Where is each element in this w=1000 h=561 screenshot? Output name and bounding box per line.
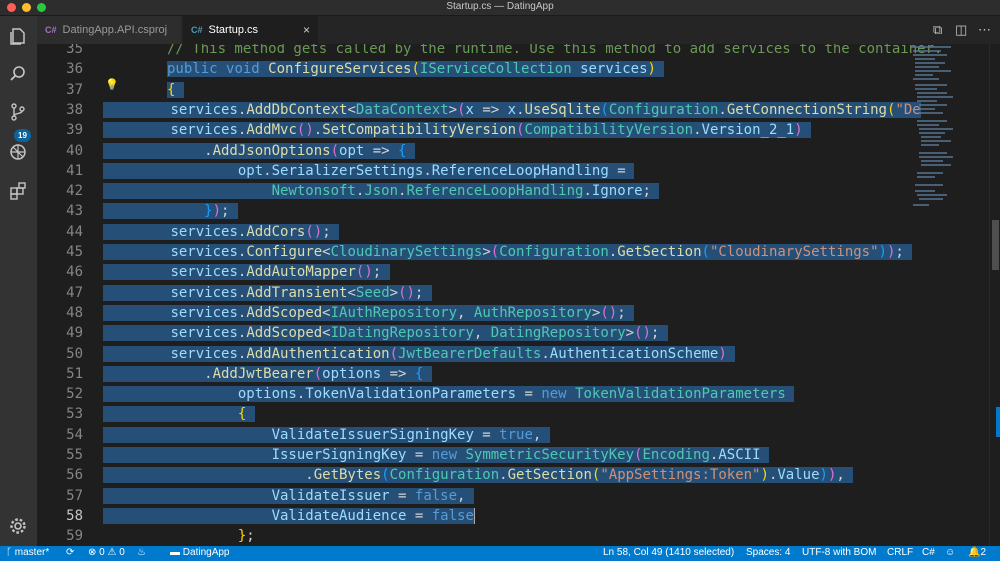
code-line: 46 services.AddAutoMapper(); [66, 264, 390, 281]
tab-label: DatingApp.API.csproj [62, 24, 168, 36]
code-line: 48 services.AddScoped<IAuthRepository, A… [66, 304, 635, 321]
close-tab-icon[interactable]: × [303, 23, 310, 37]
tab-bar: C# DatingApp.API.csproj C# Startup.cs × … [37, 16, 1000, 44]
code-line: 41 opt.SerializerSettings.ReferenceLoopH… [66, 162, 635, 179]
code-line: 56 .GetBytes(Configuration.GetSection("A… [66, 467, 854, 484]
lightbulb-icon[interactable]: 💡 [105, 78, 119, 91]
code-line: 50 services.AddAuthentication(JwtBearerD… [37, 344, 937, 364]
code-line: 35// This method gets called by the runt… [66, 44, 943, 57]
error-icon: ⊗ [88, 547, 97, 558]
tab-startup-cs[interactable]: C# Startup.cs × [183, 16, 318, 44]
open-changes-icon[interactable]: ⧉ [933, 22, 942, 38]
code-line: 45 services.Configure<CloudinarySettings… [66, 244, 913, 260]
tab-datingapp-api-csproj[interactable]: C# DatingApp.API.csproj [37, 16, 182, 44]
code-line: 43 }); [66, 203, 238, 220]
folder-icon: ▬ [170, 547, 180, 558]
settings-gear-icon[interactable] [6, 514, 30, 538]
eol-setting[interactable]: CRLF [887, 547, 913, 558]
code-line: 44 services.AddCors(); [66, 223, 340, 240]
branch-indicator[interactable]: ᚴ master* [6, 547, 49, 558]
code-line: 49 services.AddScoped<IDatingRepository,… [66, 325, 668, 342]
extensions-icon[interactable] [6, 179, 30, 203]
editor-actions: ⧉ ◫ ⋯ [925, 16, 1000, 44]
csharp-file-icon: C# [191, 25, 203, 35]
code-line: 53 { [37, 404, 937, 424]
scrollbar-selection-marker [996, 407, 1000, 437]
encoding-setting[interactable]: UTF-8 with BOM [802, 547, 876, 558]
warning-icon: ⚠ [107, 547, 117, 558]
code-line: 59 }; [66, 528, 255, 545]
minimap[interactable] [909, 44, 989, 546]
code-line: 57 ValidateIssuer = false, [66, 487, 474, 504]
code-line: 37{ [37, 80, 937, 100]
sync-icon[interactable]: ⟳ [66, 547, 74, 558]
language-mode[interactable]: C# [922, 547, 935, 558]
code-line: 40 .AddJsonOptions(opt => { [37, 141, 937, 161]
code-line: 39 services.AddMvc().SetCompatibilityVer… [37, 120, 937, 140]
source-control-icon[interactable] [6, 100, 30, 124]
code-line: 47 services.AddTransient<Seed>(); [66, 284, 432, 301]
git-branch-icon: ᚴ [6, 547, 12, 558]
activity-bar: 19 [0, 16, 37, 546]
title-bar: Startup.cs — DatingApp [0, 0, 1000, 16]
csproj-file-icon: C# [45, 25, 57, 35]
code-line: 52 options.TokenValidationParameters = n… [37, 384, 937, 404]
code-line: 55 IssuerSigningKey = new SymmetricSecur… [37, 445, 937, 465]
omnisharp-flame-icon[interactable]: ♨ [137, 547, 146, 558]
status-bar: ᚴ master* ⟳ ⊗ 0 ⚠ 0 ♨ ▬ DatingApp Ln 58,… [0, 546, 1000, 561]
code-line: 51 .AddJwtBearer(options => { [37, 364, 937, 384]
debug-icon[interactable] [6, 140, 30, 164]
more-actions-icon[interactable]: ⋯ [978, 22, 991, 38]
code-line: 58 ValidateAudience = false [66, 507, 475, 524]
feedback-smiley-icon[interactable]: ☺ [945, 547, 955, 558]
split-editor-icon[interactable]: ◫ [955, 22, 967, 38]
code-line: 42 Newtonsoft.Json.ReferenceLoopHandling… [66, 183, 660, 200]
project-indicator[interactable]: ▬ DatingApp [170, 547, 229, 558]
code-line: 36 public void ConfigureServices(IService… [37, 59, 937, 79]
notifications-bell[interactable]: 🔔2 [968, 547, 986, 558]
vertical-scrollbar[interactable] [989, 44, 1000, 546]
tab-label: Startup.cs [208, 24, 259, 36]
code-line: 54 ValidateIssuerSigningKey = true, [66, 426, 550, 443]
cursor-position[interactable]: Ln 58, Col 49 (1410 selected) [603, 547, 734, 558]
code-line: 38 services.AddDbContext<DataContext>(x … [66, 101, 921, 118]
code-editor[interactable]: 35// This method gets called by the runt… [37, 44, 1000, 546]
problems-indicator[interactable]: ⊗ 0 ⚠ 0 [88, 547, 125, 558]
indentation-setting[interactable]: Spaces: 4 [746, 547, 790, 558]
scrollbar-thumb[interactable] [992, 220, 999, 270]
explorer-icon[interactable] [6, 24, 30, 48]
bell-icon: 🔔 [968, 547, 981, 558]
window-title: Startup.cs — DatingApp [446, 1, 554, 12]
search-icon[interactable] [6, 62, 30, 86]
